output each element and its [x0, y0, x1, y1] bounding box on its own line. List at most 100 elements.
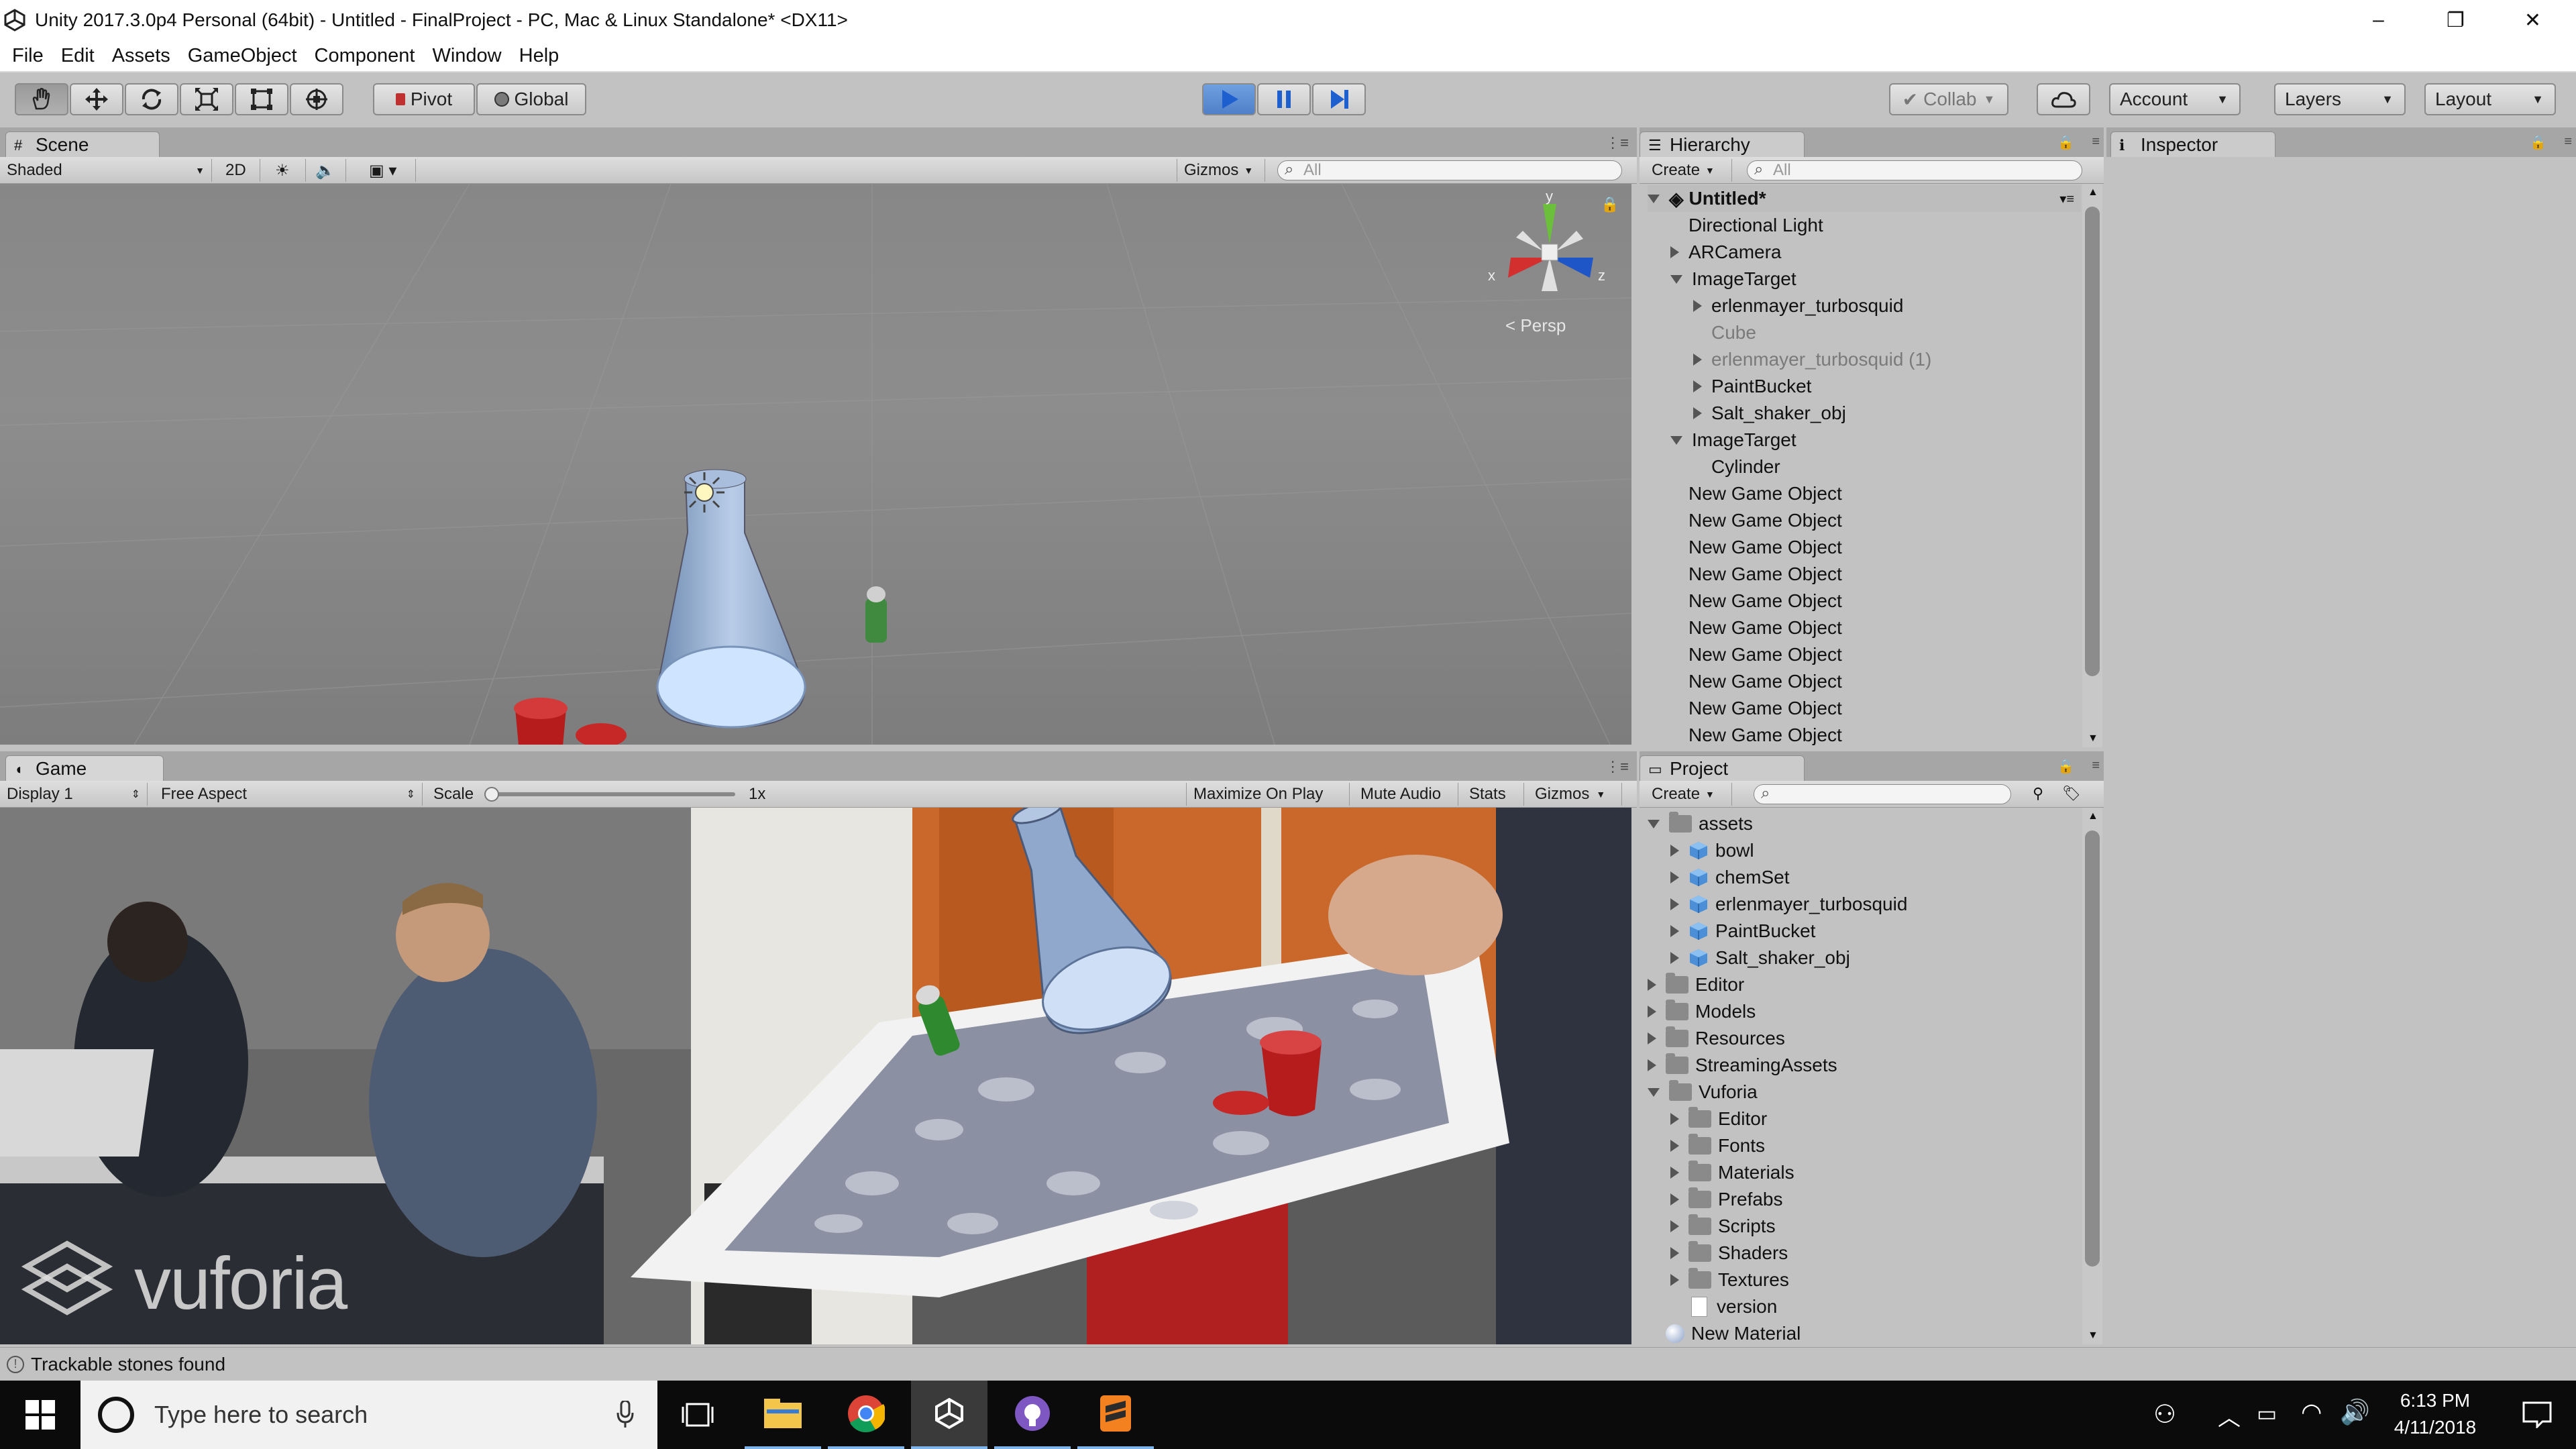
- project-item-vuforia[interactable]: Vuforia: [1648, 1079, 1758, 1106]
- lock-icon[interactable]: 🔒: [2530, 134, 2546, 151]
- scene-salt-shaker-model[interactable]: [863, 584, 890, 647]
- expand-arrow-icon[interactable]: [1670, 871, 1679, 883]
- taskbar-search-box[interactable]: Type here to search: [80, 1381, 657, 1449]
- collapse-arrow-icon[interactable]: [1670, 274, 1682, 284]
- hierarchy-create-dropdown[interactable]: Create ▼: [1645, 159, 1732, 182]
- action-center-button[interactable]: [2498, 1381, 2576, 1449]
- display-dropdown[interactable]: Display 1 ⇕: [0, 783, 148, 806]
- hierarchy-item-new-game-object[interactable]: New Game Object: [1670, 534, 1842, 561]
- hierarchy-item-imagetarget[interactable]: ImageTarget: [1670, 427, 1796, 453]
- persp-label[interactable]: < Persp: [1505, 315, 1566, 336]
- menu-help[interactable]: Help: [519, 45, 559, 67]
- people-icon[interactable]: ⚇: [2153, 1399, 2176, 1430]
- expand-arrow-icon[interactable]: [1648, 979, 1656, 991]
- expand-arrow-icon[interactable]: [1648, 1006, 1656, 1018]
- project-item-models[interactable]: Models: [1648, 998, 1756, 1025]
- project-item-editor[interactable]: Editor: [1648, 971, 1744, 998]
- scene-flask-model[interactable]: [637, 459, 825, 745]
- step-button[interactable]: [1312, 83, 1366, 115]
- expand-arrow-icon[interactable]: [1648, 1032, 1656, 1044]
- project-item-resources[interactable]: Resources: [1648, 1025, 1785, 1052]
- scale-tool-button[interactable]: [180, 83, 233, 115]
- collab-dropdown[interactable]: ✔ Collab ▼: [1889, 83, 2008, 115]
- taskbar-app-sublime[interactable]: [1077, 1381, 1154, 1449]
- filter-by-type-icon[interactable]: ⚲: [2033, 785, 2043, 802]
- microphone-icon[interactable]: [616, 1401, 635, 1429]
- lock-icon[interactable]: 🔒: [2057, 758, 2074, 775]
- hierarchy-item-new-game-object[interactable]: New Game Object: [1670, 480, 1842, 507]
- hierarchy-item-new-game-object[interactable]: New Game Object: [1670, 722, 1842, 747]
- expand-arrow-icon[interactable]: [1670, 1113, 1679, 1125]
- collapse-arrow-icon[interactable]: [1648, 819, 1660, 828]
- hierarchy-item-paintbucket[interactable]: PaintBucket: [1693, 373, 1811, 400]
- scroll-up-icon[interactable]: ▲: [2088, 810, 2098, 822]
- hierarchy-item-new-game-object[interactable]: New Game Object: [1670, 507, 1842, 534]
- menu-component[interactable]: Component: [315, 45, 415, 67]
- lighting-toggle[interactable]: ☀: [268, 159, 306, 182]
- expand-arrow-icon[interactable]: [1670, 1220, 1679, 1232]
- hand-tool-button[interactable]: [15, 83, 68, 115]
- game-view-camera-feed[interactable]: vuforia: [0, 808, 1631, 1344]
- panel-menu-icon[interactable]: ≡: [2092, 134, 2100, 150]
- hierarchy-item-erlenmayer-turbosquid-1[interactable]: erlenmayer_turbosquid (1): [1693, 346, 1931, 373]
- expand-arrow-icon[interactable]: [1670, 898, 1679, 910]
- hierarchy-item-arcamera[interactable]: ARCamera: [1670, 239, 1781, 266]
- layers-dropdown[interactable]: Layers ▼: [2274, 83, 2406, 115]
- menu-edit[interactable]: Edit: [61, 45, 95, 67]
- menu-gameobject[interactable]: GameObject: [188, 45, 297, 67]
- account-dropdown[interactable]: Account ▼: [2109, 83, 2241, 115]
- status-message[interactable]: Trackable stones found: [31, 1354, 225, 1375]
- hierarchy-search-input[interactable]: ⌕ All: [1747, 160, 2082, 180]
- clock[interactable]: 6:13 PM 4/11/2018: [2375, 1387, 2496, 1444]
- expand-arrow-icon[interactable]: [1670, 1247, 1679, 1259]
- hierarchy-item-salt-shaker-obj[interactable]: Salt_shaker_obj: [1693, 400, 1846, 427]
- effects-dropdown[interactable]: ▣ ▾: [362, 159, 416, 182]
- project-item-assets[interactable]: assets: [1648, 810, 1753, 837]
- scale-slider[interactable]: [484, 787, 735, 802]
- project-create-dropdown[interactable]: Create ▼: [1645, 783, 1732, 806]
- volume-icon[interactable]: 🔊: [2340, 1398, 2370, 1426]
- task-view-button[interactable]: [671, 1381, 724, 1449]
- project-item-shaders[interactable]: Shaders: [1670, 1240, 1788, 1267]
- tab-game[interactable]: ◖ Game: [5, 755, 164, 781]
- hierarchy-item-erlenmayer-turbosquid[interactable]: erlenmayer_turbosquid: [1693, 292, 1903, 319]
- project-item-textures[interactable]: Textures: [1670, 1267, 1789, 1293]
- play-button[interactable]: [1202, 83, 1256, 115]
- tab-scene[interactable]: # Scene: [5, 131, 160, 157]
- hierarchy-item-new-game-object[interactable]: New Game Object: [1670, 695, 1842, 722]
- collapse-arrow-icon[interactable]: [1670, 435, 1682, 445]
- pause-button[interactable]: [1257, 83, 1311, 115]
- hierarchy-item-new-game-object[interactable]: New Game Object: [1670, 561, 1842, 588]
- expand-arrow-icon[interactable]: [1693, 407, 1702, 419]
- scene-root-row[interactable]: ◈ Untitled* ▾≡: [1648, 185, 2081, 212]
- project-item-salt-shaker-obj[interactable]: Salt_shaker_obj: [1670, 945, 1850, 971]
- project-item-materials[interactable]: Materials: [1670, 1159, 1794, 1186]
- hierarchy-item-new-game-object[interactable]: New Game Object: [1670, 614, 1842, 641]
- panel-menu-icon[interactable]: ⋮≡: [1605, 134, 1629, 152]
- expand-arrow-icon[interactable]: [1670, 1193, 1679, 1205]
- audio-toggle[interactable]: 🔈: [309, 159, 346, 182]
- menu-window[interactable]: Window: [432, 45, 501, 67]
- panel-menu-icon[interactable]: ⋮≡: [1605, 758, 1629, 775]
- expand-arrow-icon[interactable]: [1670, 925, 1679, 937]
- pivot-toggle[interactable]: Pivot: [373, 83, 475, 115]
- hierarchy-item-imagetarget[interactable]: ImageTarget: [1670, 266, 1796, 292]
- battery-icon[interactable]: ▭: [2257, 1401, 2277, 1426]
- project-item-streamingassets[interactable]: StreamingAssets: [1648, 1052, 1837, 1079]
- filter-by-label-icon[interactable]: 🏷: [2062, 785, 2081, 802]
- scene-viewport[interactable]: y x z < Persp 🔒: [0, 184, 1631, 745]
- expand-arrow-icon[interactable]: [1693, 354, 1702, 366]
- transform-tool-button[interactable]: [290, 83, 343, 115]
- project-item-fonts[interactable]: Fonts: [1670, 1132, 1765, 1159]
- shading-dropdown[interactable]: Shaded ▼: [0, 159, 212, 182]
- rect-tool-button[interactable]: [235, 83, 288, 115]
- tab-inspector[interactable]: ℹ Inspector: [2110, 131, 2275, 157]
- taskbar-app-github[interactable]: [994, 1381, 1071, 1449]
- scale-slider-handle[interactable]: [484, 787, 499, 802]
- game-gizmos-dropdown[interactable]: Gizmos ▼: [1528, 783, 1622, 806]
- mute-audio-toggle[interactable]: Mute Audio: [1354, 783, 1458, 806]
- hierarchy-item-new-game-object[interactable]: New Game Object: [1670, 641, 1842, 668]
- gizmos-dropdown[interactable]: Gizmos ▼: [1177, 159, 1265, 182]
- maximize-on-play-toggle[interactable]: Maximize On Play: [1186, 783, 1350, 806]
- project-scrollbar[interactable]: ▲ ▼: [2082, 808, 2102, 1344]
